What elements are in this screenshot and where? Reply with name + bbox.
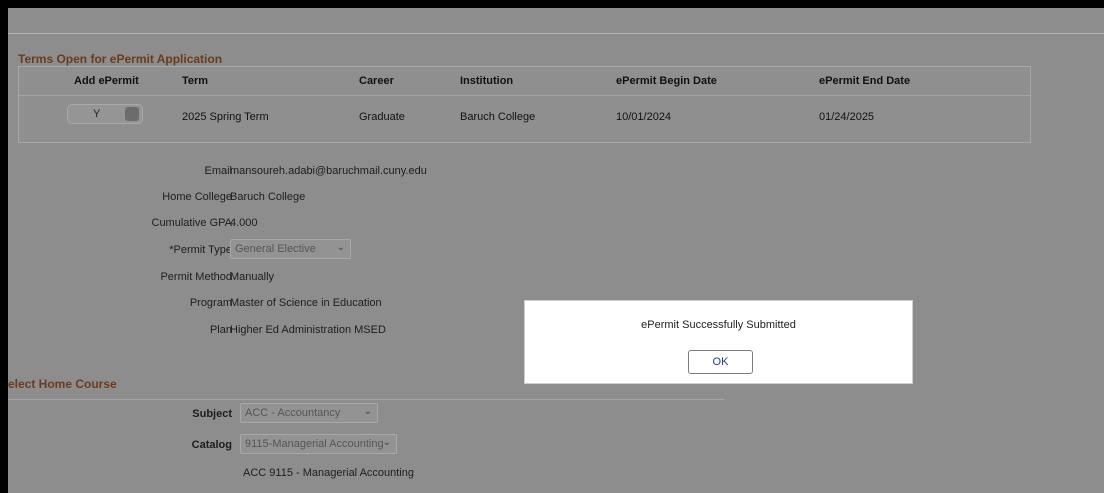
permit-method-label: Permit Method [160,271,232,283]
terms-grid: Add ePermit Term Career Institution ePer… [18,66,1031,143]
col-header-end-date: ePermit End Date [819,75,911,87]
toggle-knob[interactable] [125,107,139,121]
catalog-label: Catalog [191,439,232,451]
col-header-term: Term [182,75,209,87]
permit-type-select[interactable]: General Elective ⌄ [230,239,351,259]
home-college-label: Home College [162,191,232,203]
plan-value: Higher Ed Administration MSED [230,324,386,336]
col-header-add-epermit: Add ePermit [74,75,139,87]
email-value: mansoureh.adabi@baruchmail.cuny.edu [230,165,427,177]
program-label: Program [189,297,232,309]
terms-grid-header: Add ePermit Term Career Institution ePer… [19,67,1030,96]
success-dialog: ePermit Successfully Submitted OK [524,300,913,384]
end-date-cell: 01/24/2025 [819,111,875,123]
institution-cell: Baruch College [460,111,536,123]
chevron-down-icon: ⌄ [363,406,372,417]
ok-button[interactable]: OK [688,350,753,374]
col-header-career: Career [359,75,394,87]
permit-type-selected: General Elective [235,243,316,255]
gpa-value: 4.000 [230,217,258,229]
program-value: Master of Science in Education [230,297,382,309]
app-frame: Terms Open for ePermit Application Add e… [8,8,1104,493]
permit-type-label: *Permit Type [169,244,232,256]
add-epermit-toggle[interactable]: Y [67,104,143,124]
dialog-message: ePermit Successfully Submitted [641,319,796,331]
catalog-select[interactable]: 9115-Managerial Accounting ⌄ [240,434,397,454]
col-header-institution: Institution [460,75,514,87]
term-cell: 2025 Spring Term [182,111,269,123]
home-course-section-title: elect Home Course [8,377,117,391]
col-header-begin-date: ePermit Begin Date [616,75,717,87]
catalog-selected: 9115-Managerial Accounting [245,438,384,450]
subject-selected: ACC - Accountancy [245,407,341,419]
chevron-down-icon: ⌄ [336,242,345,253]
home-college-value: Baruch College [230,191,306,203]
permit-method-value: Manually [230,271,275,283]
section-divider [8,399,724,400]
begin-date-cell: 10/01/2024 [616,111,672,123]
gpa-label: Cumulative GPA [151,217,233,229]
toggle-value: Y [93,108,101,120]
terms-section-title: Terms Open for ePermit Application [18,52,223,66]
email-label: Email [204,165,232,177]
top-divider [8,33,1104,34]
subject-label: Subject [192,408,232,420]
plan-label: Plan [209,324,232,336]
career-cell: Graduate [359,111,405,123]
chevron-down-icon: ⌄ [382,437,391,448]
subject-select[interactable]: ACC - Accountancy ⌄ [240,403,378,423]
course-description: ACC 9115 - Managerial Accounting [243,467,415,479]
